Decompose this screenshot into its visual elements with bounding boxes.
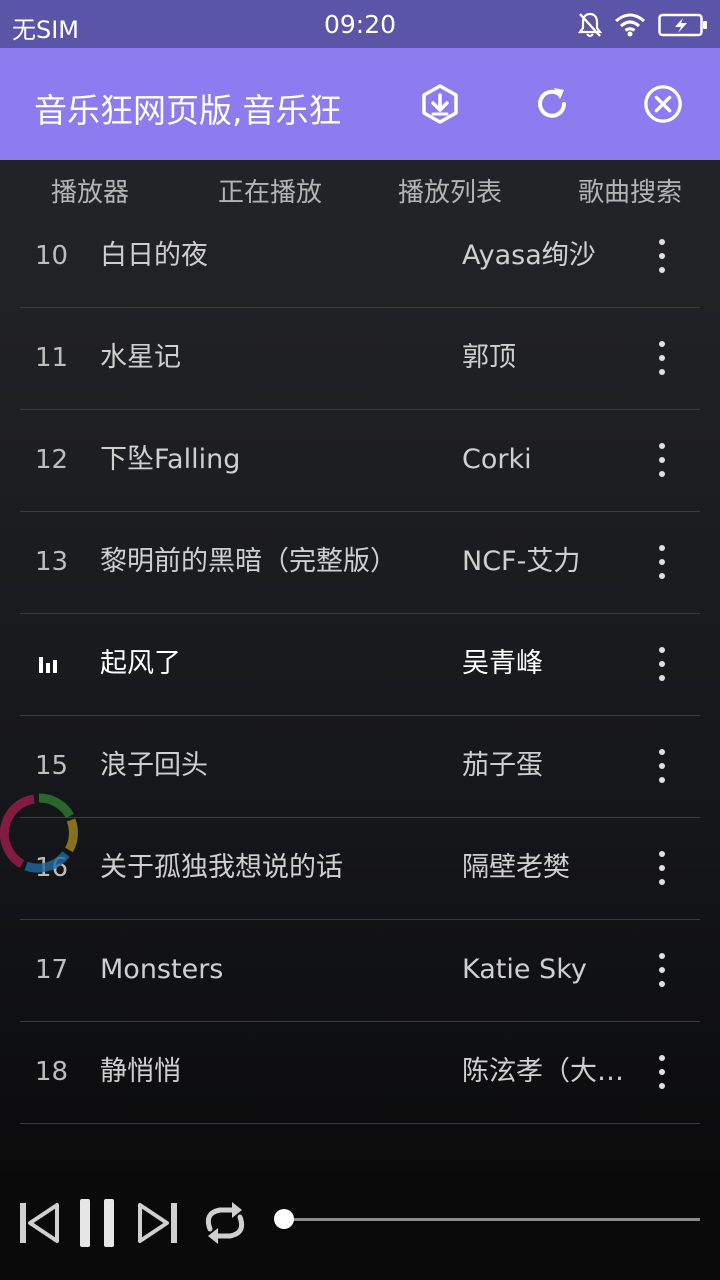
tab-bar: 播放器 正在播放 播放列表 歌曲搜索	[0, 160, 720, 230]
more-options-icon[interactable]	[650, 341, 674, 375]
progress-knob[interactable]	[274, 1209, 294, 1229]
refresh-button[interactable]	[532, 84, 572, 124]
more-options-icon[interactable]	[650, 443, 674, 477]
more-options-icon[interactable]	[650, 953, 674, 987]
tab-song-search[interactable]: 歌曲搜索	[540, 160, 720, 230]
status-icons	[578, 10, 708, 40]
bell-muted-icon	[578, 12, 602, 37]
list-item[interactable]: 17 Monsters Katie Sky	[20, 919, 700, 1022]
artist-name: 茄子蛋	[462, 750, 543, 781]
more-options-icon[interactable]	[650, 647, 674, 681]
song-title: 下坠Falling	[100, 444, 241, 475]
download-icon	[422, 84, 458, 124]
more-options-icon[interactable]	[650, 851, 674, 885]
artist-name: Ayasa绚沙	[462, 240, 596, 271]
song-title: Monsters	[100, 954, 224, 985]
progress-bar[interactable]	[284, 1218, 700, 1221]
list-item[interactable]: 13 黎明前的黑暗（完整版） NCF-艾力	[20, 511, 700, 614]
song-title: 白日的夜	[100, 240, 208, 271]
battery-charging-icon	[658, 13, 707, 37]
more-options-icon[interactable]	[650, 1055, 674, 1089]
previous-button[interactable]	[18, 1198, 60, 1248]
app-header: 音乐狂网页版,音乐狂	[0, 48, 720, 160]
song-title: 起风了	[100, 648, 181, 679]
tab-playlist[interactable]: 播放列表	[360, 160, 540, 230]
next-icon	[138, 1203, 177, 1243]
song-title: 静悄悄	[100, 1056, 181, 1087]
pause-button[interactable]	[78, 1198, 116, 1248]
page-title: 音乐狂网页版,音乐狂	[34, 91, 342, 130]
list-item[interactable]: 11 水星记 郭顶	[20, 307, 700, 410]
wifi-icon	[615, 13, 645, 37]
list-item[interactable]: 12 下坠Falling Corki	[20, 409, 700, 512]
pause-icon	[80, 1199, 114, 1247]
previous-icon	[20, 1203, 59, 1243]
song-title: 浪子回头	[100, 750, 208, 781]
artist-name: 郭顶	[462, 342, 516, 373]
artist-name: 隔壁老樊	[462, 852, 570, 883]
loading-spinner-icon	[0, 793, 78, 873]
close-button[interactable]	[643, 84, 683, 124]
track-number: 13	[35, 547, 69, 577]
artist-name: Corki	[462, 444, 532, 475]
now-playing-icon	[39, 655, 61, 673]
track-number: 17	[35, 955, 69, 985]
artist-name: NCF-艾力	[462, 546, 581, 577]
status-bar: 无SIM 09:20	[0, 0, 720, 48]
list-item-now-playing[interactable]: 起风了 吴青峰	[20, 613, 700, 716]
close-icon	[644, 85, 682, 123]
artist-name: Katie Sky	[462, 954, 587, 985]
repeat-button[interactable]	[198, 1198, 252, 1248]
repeat-icon	[205, 1202, 245, 1244]
song-title: 水星记	[100, 342, 181, 373]
playlist[interactable]: 10 白日的夜 Ayasa绚沙 11 水星记 郭顶 12 下坠Falling C…	[0, 230, 720, 1170]
song-title: 黎明前的黑暗（完整版）	[100, 546, 397, 577]
artist-name: 陈泫孝（大…	[462, 1056, 624, 1087]
tab-player[interactable]: 播放器	[0, 160, 180, 230]
more-options-icon[interactable]	[650, 545, 674, 579]
track-number: 11	[35, 343, 69, 373]
refresh-icon	[538, 88, 566, 118]
download-button[interactable]	[420, 84, 460, 124]
player-bar	[0, 1170, 720, 1280]
track-number: 18	[35, 1057, 69, 1087]
track-number: 10	[35, 241, 69, 271]
list-item[interactable]: 15 浪子回头 茄子蛋	[20, 715, 700, 818]
next-button[interactable]	[137, 1198, 179, 1248]
list-item[interactable]: 10 白日的夜 Ayasa绚沙	[20, 230, 700, 308]
track-number: 12	[35, 445, 69, 475]
list-item[interactable]: 16 关于孤独我想说的话 隔壁老樊	[20, 817, 700, 920]
song-title: 关于孤独我想说的话	[100, 852, 343, 883]
tab-now-playing[interactable]: 正在播放	[180, 160, 360, 230]
more-options-icon[interactable]	[650, 749, 674, 783]
more-options-icon[interactable]	[650, 239, 674, 273]
artist-name: 吴青峰	[462, 648, 543, 679]
list-item[interactable]: 18 静悄悄 陈泫孝（大…	[20, 1021, 700, 1124]
